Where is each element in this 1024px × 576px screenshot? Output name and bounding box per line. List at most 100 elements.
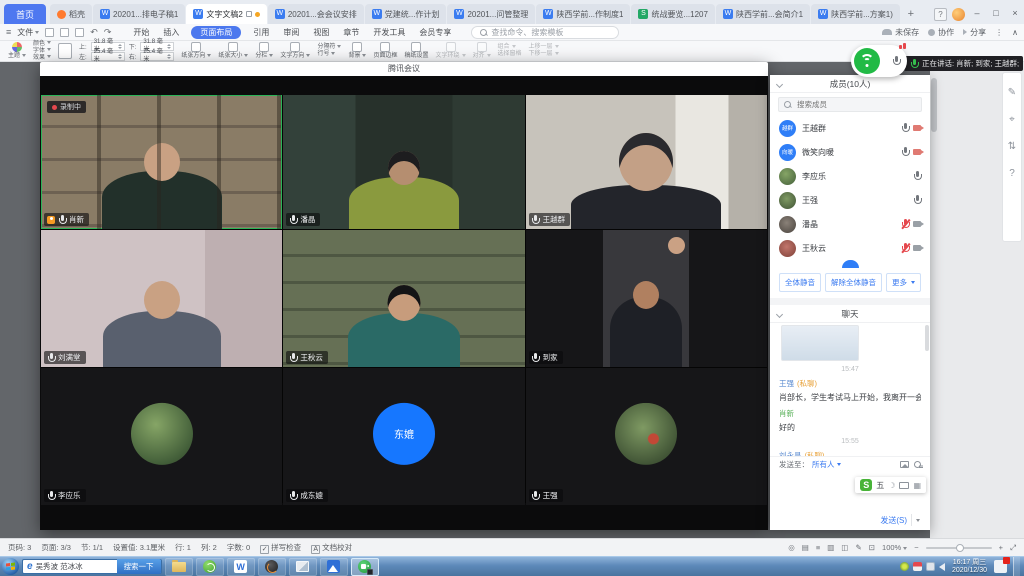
align-button[interactable]: 对齐 xyxy=(473,42,491,60)
zoom-in-button[interactable]: + xyxy=(999,543,1003,552)
video-tile-wangyuequn[interactable]: 王越群 xyxy=(526,95,767,229)
sogou-logo-icon[interactable]: S xyxy=(860,479,872,491)
more-button[interactable]: 更多 xyxy=(886,273,921,292)
fullscreen-icon[interactable]: ⤢ xyxy=(1010,543,1016,553)
chat-header[interactable]: 聊天 xyxy=(770,305,930,323)
paper-size-button[interactable]: 纸张大小 xyxy=(218,42,248,60)
save-icon[interactable] xyxy=(45,28,54,37)
send-button[interactable]: 发送(S) xyxy=(880,515,907,526)
mic-icon[interactable] xyxy=(901,123,909,133)
fit-page-icon[interactable]: ⊡ xyxy=(869,543,875,552)
camera-icon[interactable] xyxy=(913,245,921,251)
member-row[interactable]: 潘晶 xyxy=(770,212,930,236)
send-to-select[interactable]: 所有人 xyxy=(812,459,841,470)
menu-insert[interactable]: 插入 xyxy=(161,26,181,39)
member-row[interactable]: 李应乐 xyxy=(770,164,930,188)
meeting-float-widget[interactable] xyxy=(851,45,907,77)
margin-left-input[interactable]: 25.4 毫米 xyxy=(91,52,125,61)
tray-flag-icon[interactable] xyxy=(913,562,922,571)
menu-section[interactable]: 章节 xyxy=(341,26,361,39)
collapse-ribbon-icon[interactable]: ∧ xyxy=(1012,28,1018,37)
menu-devtools[interactable]: 开发工具 xyxy=(371,26,407,39)
taskbar-app-dark[interactable] xyxy=(258,558,286,576)
collab-button[interactable]: 协作 xyxy=(928,27,954,38)
proofread-toggle[interactable]: A文档校对 xyxy=(311,542,352,554)
paper-orientation-button[interactable]: 纸张方向 xyxy=(181,42,211,60)
theme-button[interactable]: 主题 xyxy=(8,42,26,60)
spinner-icon[interactable] xyxy=(167,44,171,49)
new-tab-button[interactable]: + xyxy=(903,6,919,22)
group-button[interactable]: 组合 xyxy=(498,44,522,51)
video-tile-daojia[interactable]: 到家 xyxy=(526,230,767,367)
mic-icon[interactable] xyxy=(901,147,909,157)
mic-muted-icon[interactable] xyxy=(901,243,909,253)
outline-view-icon[interactable]: ≡ xyxy=(816,543,820,552)
page-border-button[interactable]: 页面边框 xyxy=(373,42,397,60)
zoom-slider[interactable] xyxy=(926,547,992,549)
command-search[interactable]: 查找命令、搜索模板 xyxy=(471,26,619,39)
camera-icon[interactable] xyxy=(913,221,921,227)
chat-input[interactable]: S 五 ☽ ▦ xyxy=(770,472,930,510)
web-view-icon[interactable]: ◫ xyxy=(841,543,848,552)
tab-doc-3[interactable]: W20201...会会议安排 xyxy=(268,4,364,24)
menu-review[interactable]: 审阅 xyxy=(281,26,301,39)
camera-icon[interactable] xyxy=(913,149,921,155)
margin-right-input[interactable]: 25.4 毫米 xyxy=(140,52,174,61)
columns-button[interactable]: 分栏 xyxy=(255,42,273,60)
taskbar-app-docs[interactable] xyxy=(320,558,348,576)
ime-mode-icon[interactable]: 五 xyxy=(876,480,884,491)
pin-icon[interactable] xyxy=(246,11,252,17)
tray-display-icon[interactable] xyxy=(926,562,935,571)
member-row[interactable]: 王秋云 xyxy=(770,236,930,260)
account-avatar[interactable] xyxy=(952,8,965,21)
video-tile-panjing[interactable]: 潘晶 xyxy=(283,95,524,229)
tab-docer[interactable]: 稻壳 xyxy=(50,4,92,24)
send-image-icon[interactable] xyxy=(900,461,909,468)
video-tile-liumantang[interactable]: 刘满堂 xyxy=(41,230,282,367)
zoom-level[interactable]: 100% xyxy=(882,543,907,552)
help-tool-icon[interactable]: ? xyxy=(1009,168,1015,179)
camera-icon[interactable] xyxy=(913,125,921,131)
chat-scrollbar[interactable] xyxy=(925,325,929,351)
select-tool-icon[interactable]: ⌖ xyxy=(1009,114,1015,125)
taskbar-app-window[interactable] xyxy=(289,558,317,576)
menu-page-layout-active[interactable]: 页面布局 xyxy=(191,26,241,39)
tray-speaker-icon[interactable] xyxy=(939,563,945,571)
menu-view[interactable]: 视图 xyxy=(311,26,331,39)
redo-icon[interactable]: ↷ xyxy=(104,27,112,38)
menu-start[interactable]: 开始 xyxy=(131,26,151,39)
text-direction-button[interactable]: 文字方向 xyxy=(280,42,310,60)
zoom-out-button[interactable]: − xyxy=(914,543,918,552)
ime-fullhalf-icon[interactable]: ☽ xyxy=(888,481,895,490)
taskbar-search-button[interactable]: 搜索一下 xyxy=(117,559,161,574)
show-desktop-button[interactable] xyxy=(1013,557,1020,576)
menu-member[interactable]: 会员专享 xyxy=(417,26,453,39)
keyboard-icon[interactable] xyxy=(899,482,909,489)
taskbar-app-wps[interactable]: W xyxy=(227,558,255,576)
hamburger-icon[interactable]: ≡ xyxy=(6,27,11,37)
video-tile-liyingle[interactable]: 李应乐 xyxy=(41,368,282,505)
video-tile-chengdongpi[interactable]: 东媲 成东媲 xyxy=(283,368,524,505)
member-row[interactable]: 越群 王越群 xyxy=(770,116,930,140)
spinner-icon[interactable] xyxy=(118,54,122,59)
tray-eye-icon[interactable] xyxy=(900,562,909,571)
line-number-button[interactable]: 行号 xyxy=(317,51,341,58)
tab-doc-7[interactable]: S统战要览...1207 xyxy=(631,4,714,24)
ime-toolbar[interactable]: S 五 ☽ ▦ xyxy=(855,477,926,493)
taskbar-app-browser[interactable] xyxy=(196,558,224,576)
undo-icon[interactable]: ↶ xyxy=(90,27,98,38)
mic-icon[interactable] xyxy=(913,195,921,205)
share-button[interactable]: 分享 xyxy=(963,27,986,38)
tab-doc-8[interactable]: W陕西学前...会简介1 xyxy=(716,4,810,24)
taskbar-clock[interactable]: 16:17 周三 2020/12/30 xyxy=(952,559,987,575)
send-options-button[interactable] xyxy=(911,514,921,526)
mute-all-button[interactable]: 全体静音 xyxy=(779,273,821,292)
start-button[interactable] xyxy=(2,558,19,575)
file-menu[interactable]: 文件 xyxy=(17,27,39,38)
page-margins-icon[interactable] xyxy=(58,43,72,59)
tab-doc-6[interactable]: W陕西学前...作制度1 xyxy=(536,4,630,24)
video-tile-wangqiuyun[interactable]: 王秋云 xyxy=(283,230,524,367)
member-row[interactable]: 向暖 微笑向暖 xyxy=(770,140,930,164)
tab-doc-5[interactable]: W20201...问管整理 xyxy=(447,4,535,24)
colors-button[interactable]: 颜色 xyxy=(33,41,51,48)
